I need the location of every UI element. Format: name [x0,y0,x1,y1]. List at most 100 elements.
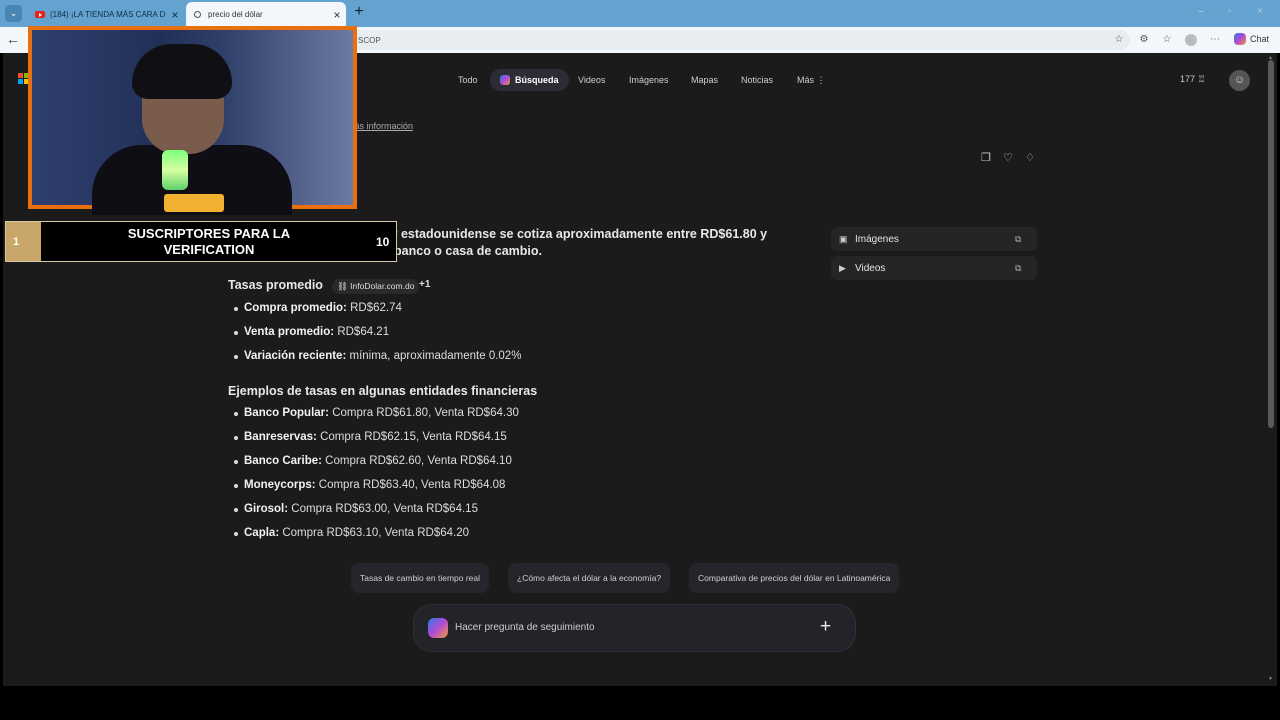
close-tab-icon[interactable]: × [166,8,184,22]
tab-search[interactable]: precio del dólar × [186,2,346,27]
side-link-images[interactable]: ▣ Imágenes ⧉ [831,227,1037,251]
nav-label: Mapas [691,75,719,85]
screen: { "browser": { "tabs": [ {"label": "(184… [0,0,1280,720]
search-icon [194,11,201,18]
tab-title: precio del dólar [208,10,263,19]
streamer-logo [164,194,224,212]
list-item: Banco Caribe: Compra RD$62.60, Venta RD$… [234,455,512,467]
source-label: InfoDolar.com.do [350,281,415,291]
close-window-icon[interactable]: × [1257,6,1263,17]
chat-label: Chat [1250,34,1270,44]
item-value: RD$64.21 [337,326,390,338]
list-item: Girosol: Compra RD$63.00, Venta RD$64.15 [234,503,478,515]
nav-label: Todo [458,75,478,85]
item-key: Compra promedio: [244,302,347,314]
favorites-icon[interactable]: ☆ [1161,34,1173,46]
item-key: Moneycorps: [244,479,316,491]
list-item: Variación reciente: mínima, aproximadame… [233,350,522,362]
side-label: Videos [855,262,886,274]
nav-label: Más [797,75,815,85]
source-badge[interactable]: ⛓ InfoDolar.com.do [332,279,420,294]
footer-bar [0,686,1280,720]
subscriber-goal-banner: 1 SUSCRIPTORES PARA LA VERIFICATION 10 [5,221,397,262]
item-key: Banco Caribe: [244,455,322,467]
goal-target: 10 [376,235,390,249]
rewards-count[interactable]: 177 ♖ [1180,74,1206,85]
maximize-icon[interactable]: ▫ [1228,6,1232,17]
section-title: Ejemplos de tasas en algunas entidades f… [228,384,538,398]
more-options-icon[interactable]: ⋯ [1209,34,1221,46]
item-value: Compra RD$63.00, Venta RD$64.15 [291,503,478,515]
nav-noticias[interactable]: Noticias [741,69,773,91]
address-text: SCOP [358,36,381,45]
webcam-overlay [28,26,357,215]
list-item: Capla: Compra RD$63.10, Venta RD$64.20 [233,527,470,539]
copilot-icon [428,618,448,638]
item-value: Compra RD$62.15, Venta RD$64.15 [320,431,507,443]
microphone-icon [162,150,188,190]
nav-mapas[interactable]: Mapas [691,69,718,91]
profile-icon[interactable] [1185,34,1197,46]
copilot-chat-button[interactable]: Chat [1234,33,1269,45]
item-key: Variación reciente: [244,350,347,362]
nav-busqueda[interactable]: Búsqueda [490,69,569,91]
scroll-down-icon[interactable]: ▼ [1268,676,1273,682]
image-icon: ▣ [839,233,848,244]
more-sources[interactable]: +1 [419,279,430,290]
list-item: Venta promedio: RD$64.21 [233,326,390,338]
nav-label: Búsqueda [515,75,559,85]
close-tab-icon[interactable]: × [328,8,346,22]
tab-title: (184) ¡LA TIENDA MÁS CARA DE R [50,10,166,19]
list-item: Banco Popular: Compra RD$61.80, Venta RD… [234,407,519,419]
nav-label: Imágenes [629,75,669,85]
thumbs-down-icon[interactable]: ♢ [1025,151,1035,164]
thumbs-up-icon[interactable]: ♡ [1003,151,1013,164]
followup-placeholder: Hacer pregunta de seguimiento [455,622,595,633]
item-value: Compra RD$62.60, Venta RD$64.10 [325,455,512,467]
item-key: Capla: [244,527,280,539]
scrollbar-thumb[interactable] [1268,60,1274,428]
add-icon[interactable]: + [820,616,831,638]
item-value: mínima, aproximadamente 0.02% [349,350,522,362]
item-key: Venta promedio: [244,326,335,338]
new-tab-button[interactable]: + [350,3,368,21]
nav-label: Noticias [741,75,774,85]
followup-input[interactable]: Hacer pregunta de seguimiento + [414,605,855,651]
side-label: Imágenes [855,233,899,245]
rewards-trophy-icon: ♖ [1197,74,1206,84]
nav-mas[interactable]: Más ⋮ [797,69,826,91]
item-value: Compra RD$63.10, Venta RD$64.20 [282,527,470,539]
copy-icon[interactable]: ❐ [981,151,991,164]
browser-tab-bar: ⌄ (184) ¡LA TIENDA MÁS CARA DE R × preci… [0,0,1280,27]
suggestion-chip[interactable]: Comparativa de precios del dólar en Lati… [689,563,900,593]
item-key: Banco Popular: [244,407,329,419]
external-link-icon: ⧉ [1015,262,1022,273]
copilot-icon [1234,33,1246,45]
user-avatar-icon[interactable]: ☺ [1229,70,1250,91]
tab-list-button[interactable]: ⌄ [5,5,22,22]
extensions-icon[interactable]: ⚙ [1138,34,1150,46]
goal-text: SUSCRIPTORES PARA LA VERIFICATION [127,226,291,257]
tab-youtube[interactable]: (184) ¡LA TIENDA MÁS CARA DE R × [27,2,184,27]
nav-imagenes[interactable]: Imágenes [629,69,669,91]
side-link-videos[interactable]: ▶ Videos ⧉ [831,256,1037,280]
address-bar[interactable]: SCOP [340,30,1130,50]
list-item: Compra promedio: RD$62.74 [234,302,402,314]
list-item: Moneycorps: Compra RD$63.40, Venta RD$64… [233,479,506,491]
star-icon[interactable]: ☆ [1113,34,1125,46]
item-value: Compra RD$63.40, Venta RD$64.08 [318,479,506,491]
nav-todo[interactable]: Todo [458,69,478,91]
content-fade [228,548,798,558]
list-item: Banreservas: Compra RD$62.15, Venta RD$6… [234,431,507,443]
suggestion-chip[interactable]: Tasas de cambio en tiempo real [351,563,490,593]
suggestion-chip[interactable]: ¿Cómo afecta el dólar a la economía? [508,563,671,593]
nav-label: Videos [578,75,606,85]
nav-videos[interactable]: Videos [578,69,605,91]
item-key: Girosol: [244,503,289,515]
back-arrow-icon[interactable]: ← [6,31,20,47]
minimize-icon[interactable]: – [1198,6,1204,17]
external-link-icon: ⧉ [1015,233,1022,244]
item-value: Compra RD$61.80, Venta RD$64.30 [332,407,519,419]
link-icon: ⛓ [337,281,348,291]
count-value: 177 [1180,74,1196,84]
